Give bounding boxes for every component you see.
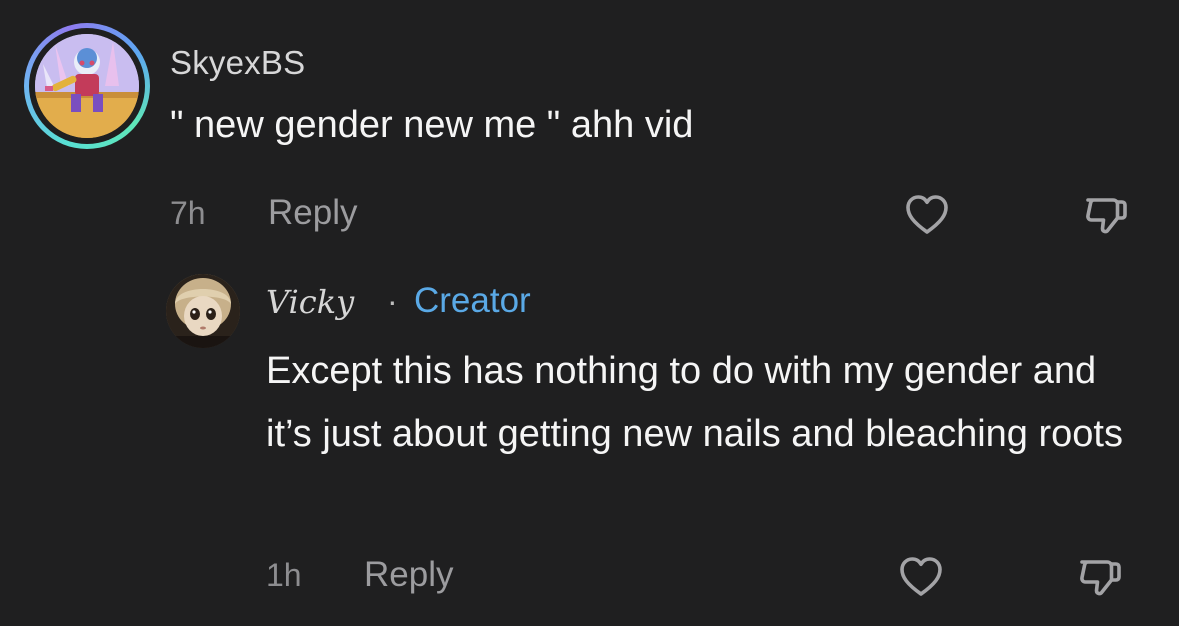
comment-timestamp: 7h [170,195,206,231]
thumbs-down-icon[interactable] [1076,554,1124,602]
thumbs-down-icon[interactable] [1082,192,1130,240]
creator-badge: Creator [414,281,531,320]
heart-icon[interactable] [903,191,951,239]
reply-timestamp: 1h [266,557,302,593]
reply-button[interactable]: Reply [268,193,357,233]
avatar-ring-gap [29,28,145,144]
heart-icon[interactable] [897,553,945,601]
comment-username[interactable]: SkyexBS [170,44,305,82]
reply-avatar[interactable] [166,274,240,348]
comment-text: " new gender new me " ahh vid [170,104,694,146]
avatar-story-ring[interactable] [24,23,150,149]
reply-reply-button[interactable]: Reply [364,555,453,595]
avatar-image [35,34,139,138]
avatar[interactable] [35,34,139,138]
reply-text: Except this has nothing to do with my ge… [266,350,1123,455]
separator-dot: · [387,283,398,319]
reply-avatar-image [166,274,240,348]
reply-username[interactable]: Vicky [266,283,354,321]
comment-thread: SkyexBS " new gender new me " ahh vid 7h… [0,0,1179,626]
